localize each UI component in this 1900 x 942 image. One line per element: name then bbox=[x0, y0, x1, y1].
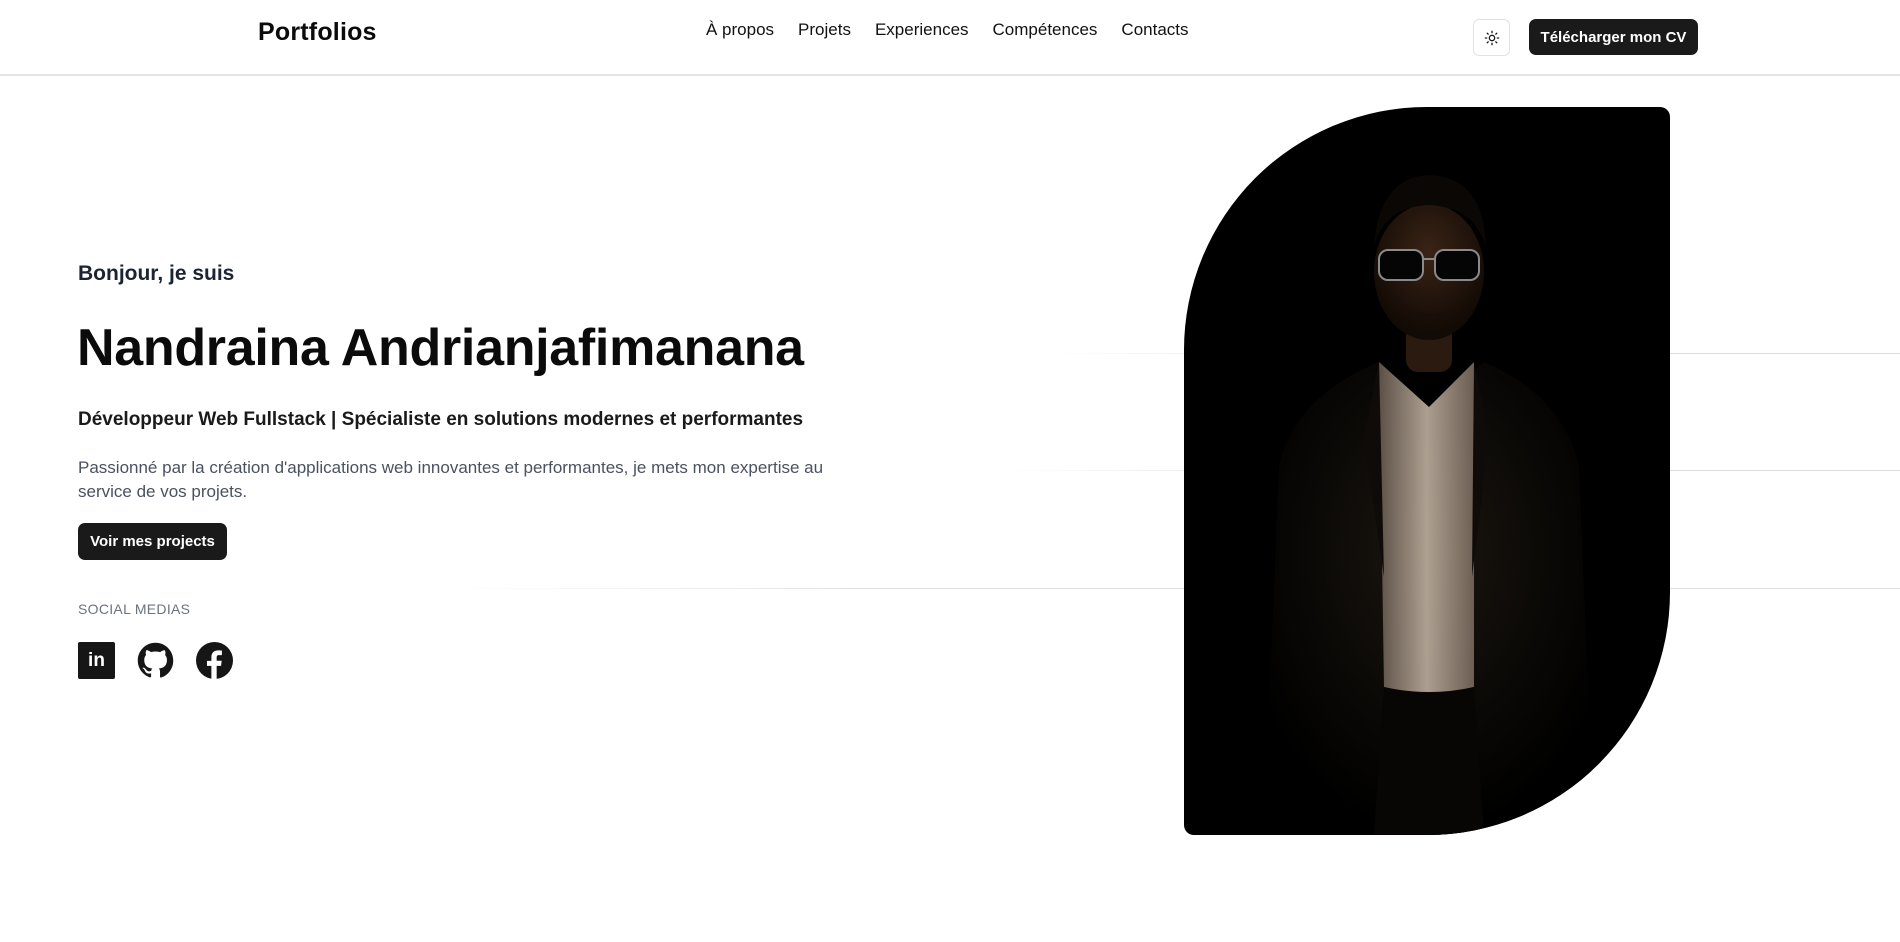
nav-item-a-propos[interactable]: À propos bbox=[706, 20, 774, 40]
hero-description: Passionné par la création d'applications… bbox=[78, 458, 824, 501]
social-media-title: SOCIAL MEDIAS bbox=[78, 601, 191, 617]
view-projects-button[interactable]: Voir mes projects bbox=[78, 523, 227, 560]
nav-item-experiences[interactable]: Experiences bbox=[875, 20, 969, 40]
nav-item-projets[interactable]: Projets bbox=[798, 20, 851, 40]
linkedin-link[interactable]: in bbox=[78, 642, 115, 679]
facebook-icon bbox=[196, 642, 233, 679]
download-cv-button[interactable]: Télécharger mon CV bbox=[1529, 19, 1698, 55]
site-header: Portfolios À propos Projets Experiences … bbox=[0, 0, 1900, 76]
nav-item-contacts[interactable]: Contacts bbox=[1121, 20, 1188, 40]
decorative-line bbox=[450, 588, 1900, 589]
social-links: in bbox=[78, 642, 233, 679]
theme-toggle-button[interactable] bbox=[1473, 19, 1510, 56]
portrait-figure bbox=[1264, 175, 1594, 835]
hero-role: Développeur Web Fullstack | Spécialiste … bbox=[78, 409, 804, 430]
linkedin-icon: in bbox=[78, 642, 115, 679]
sun-icon bbox=[1484, 30, 1499, 45]
main-nav: À propos Projets Experiences Compétences… bbox=[706, 20, 1189, 40]
nav-item-competences[interactable]: Compétences bbox=[993, 20, 1098, 40]
hero-greeting: Bonjour, je suis bbox=[78, 262, 235, 285]
github-link[interactable] bbox=[137, 642, 174, 679]
github-icon bbox=[137, 642, 174, 678]
hero-name: Nandraina Andrianjafimanana bbox=[77, 319, 804, 377]
site-logo[interactable]: Portfolios bbox=[258, 18, 377, 47]
facebook-link[interactable] bbox=[196, 642, 233, 679]
profile-photo bbox=[1184, 107, 1670, 835]
